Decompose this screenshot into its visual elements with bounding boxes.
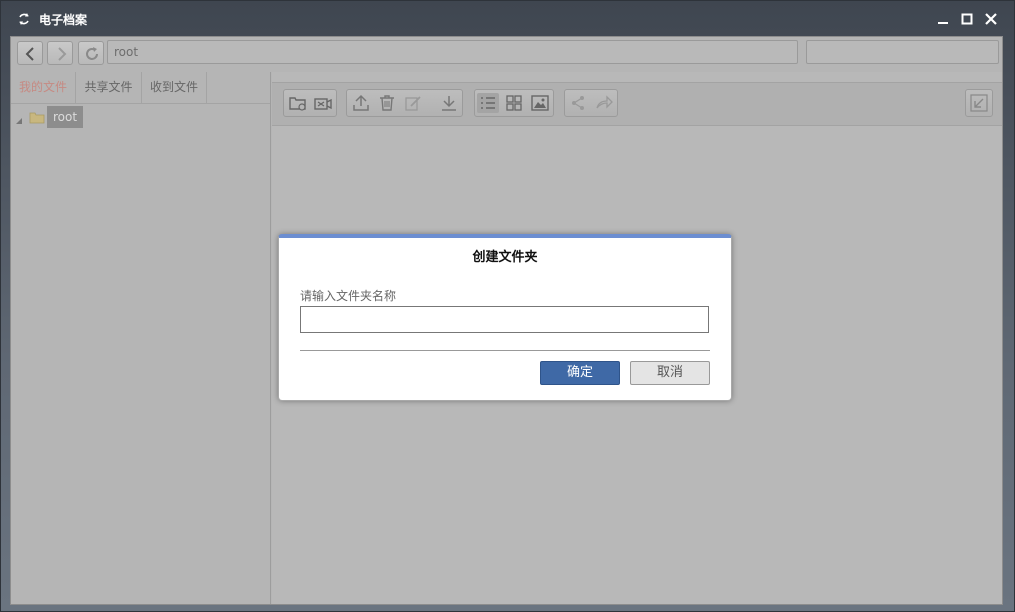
expand-arrow-icon[interactable] (15, 114, 23, 128)
confirm-button[interactable]: 确定 (540, 361, 620, 385)
sidebar: 我的文件 共享文件 收到文件 root (11, 72, 271, 604)
export-icon[interactable] (968, 93, 990, 113)
folder-name-input[interactable] (300, 306, 709, 333)
list-view-icon[interactable] (477, 93, 499, 113)
image-view-icon[interactable] (529, 93, 551, 113)
toolbar (272, 82, 1002, 126)
maximize-icon[interactable] (960, 12, 974, 26)
forward-button[interactable] (47, 41, 73, 65)
grid-view-icon[interactable] (503, 93, 525, 113)
tab-my-files[interactable]: 我的文件 (11, 72, 76, 103)
download-icon[interactable] (438, 93, 460, 113)
tree-item-root[interactable]: root (11, 106, 270, 128)
forward-icon[interactable] (593, 93, 615, 113)
toolbar-group-edit (346, 89, 463, 117)
address-bar[interactable]: root (107, 40, 798, 64)
edit-icon[interactable] (402, 93, 424, 113)
refresh-button[interactable] (78, 41, 104, 65)
navigation-bar: root (11, 37, 1002, 71)
cancel-button[interactable]: 取消 (630, 361, 710, 385)
dialog-title: 创建文件夹 (472, 250, 538, 265)
folder-name-label: 请输入文件夹名称 (300, 289, 397, 303)
back-button[interactable] (17, 41, 43, 65)
chevron-left-icon (25, 47, 34, 61)
toolbar-group-share (564, 89, 618, 117)
chevron-right-icon (58, 47, 67, 61)
create-folder-dialog: 创建文件夹 请输入文件夹名称 确定 取消 (278, 234, 732, 401)
sidebar-tabs: 我的文件 共享文件 收到文件 (11, 72, 270, 104)
tab-received-files[interactable]: 收到文件 (142, 72, 207, 103)
tree-item-label[interactable]: root (47, 106, 84, 128)
search-input[interactable] (806, 40, 999, 64)
title-bar: 电子档案 (1, 1, 1014, 37)
delete-icon[interactable] (376, 93, 398, 113)
tab-shared-files[interactable]: 共享文件 (76, 72, 142, 103)
refresh-app-icon (17, 12, 31, 26)
minimize-icon[interactable] (936, 12, 950, 26)
upload-video-icon[interactable] (312, 93, 334, 113)
window-title: 电子档案 (39, 13, 88, 27)
share-icon[interactable] (567, 93, 589, 113)
dialog-divider (300, 350, 710, 351)
new-folder-icon[interactable] (287, 93, 309, 113)
close-icon[interactable] (984, 12, 998, 26)
toolbar-group-create (283, 89, 337, 117)
folder-icon (29, 110, 45, 127)
toolbar-group-export (965, 89, 993, 117)
refresh-icon (86, 47, 98, 60)
toolbar-group-view (474, 89, 554, 117)
upload-icon[interactable] (350, 93, 372, 113)
